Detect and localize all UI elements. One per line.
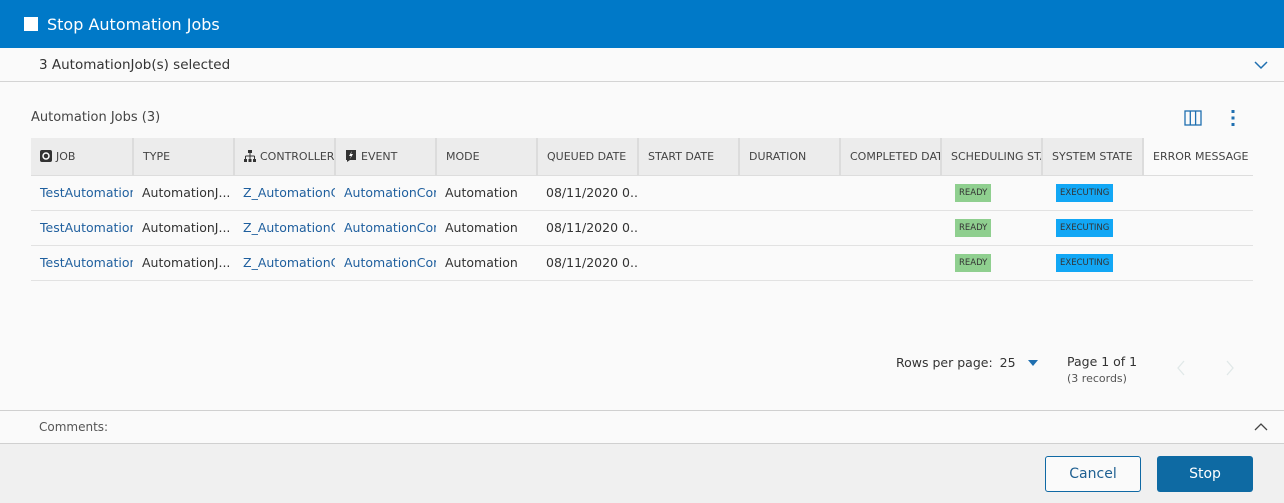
job-link[interactable]: TestAutomation [31, 245, 133, 281]
caret-down-icon[interactable] [1027, 360, 1038, 366]
start-date-cell [638, 175, 739, 211]
table-header-row: JOB TYPE CONTROLLER EVENT MODE QUEUED DA… [31, 138, 1253, 176]
comments-label: Comments: [39, 420, 109, 434]
start-date-cell [638, 210, 739, 246]
column-header-controller[interactable]: CONTROLLER [234, 138, 336, 176]
mode-cell: Automation [436, 245, 537, 281]
mode-cell: Automation [436, 210, 537, 246]
dialog-square-icon [24, 17, 38, 31]
page-info: Page 1 of 1 (3 records) [1067, 354, 1137, 385]
grid-title: Automation Jobs (3) [31, 110, 161, 125]
page-text: Page 1 of 1 [1067, 354, 1138, 369]
status-badge: EXECUTING [1056, 184, 1114, 202]
column-header-mode[interactable]: MODE [436, 138, 538, 176]
error-message-cell [1143, 175, 1253, 211]
controller-link[interactable]: Z_AutomationC [234, 245, 335, 281]
column-header-completed-date[interactable]: COMPLETED DATE [840, 138, 942, 176]
automation-jobs-table: JOB TYPE CONTROLLER EVENT MODE QUEUED DA… [31, 138, 1253, 281]
status-badge: EXECUTING [1056, 219, 1114, 237]
columns-icon[interactable] [1183, 108, 1203, 128]
queued-date-cell: 08/11/2020 0... [537, 245, 638, 281]
job-link[interactable]: TestAutomation [31, 210, 133, 246]
rows-per-page-label: Rows per page: [896, 355, 993, 370]
table-row[interactable]: TestAutomation AutomationJ... Z_Automati… [31, 245, 1253, 281]
duration-cell [739, 175, 840, 211]
table-row[interactable]: TestAutomation AutomationJ... Z_Automati… [31, 210, 1253, 246]
dialog-title: Stop Automation Jobs [47, 14, 220, 34]
selected-count-text: 3 AutomationJob(s) selected [39, 56, 231, 73]
stop-button[interactable]: Stop [1157, 456, 1253, 492]
rows-per-page-value[interactable]: 25 [1000, 355, 1016, 370]
duration-cell [739, 245, 840, 281]
completed-date-cell [840, 245, 941, 281]
rows-per-page[interactable]: Rows per page: 25 [896, 355, 1038, 370]
dialog-header: Stop Automation Jobs [0, 0, 1284, 48]
column-header-duration[interactable]: DURATION [739, 138, 841, 176]
chevron-up-icon[interactable] [1254, 420, 1268, 434]
controller-link[interactable]: Z_AutomationC [234, 210, 335, 246]
mode-cell: Automation [436, 175, 537, 211]
records-text: (3 records) [1067, 372, 1127, 385]
status-badge: READY [955, 184, 992, 202]
status-badge: READY [955, 254, 992, 272]
system-state-cell: EXECUTING [1042, 245, 1143, 281]
queued-date-cell: 08/11/2020 0... [537, 175, 638, 211]
event-link[interactable]: AutomationCor [335, 245, 436, 281]
column-header-job[interactable]: JOB [31, 138, 134, 176]
column-header-start-date[interactable]: START DATE [638, 138, 740, 176]
type-cell: AutomationJ... [133, 210, 234, 246]
selection-summary[interactable]: 3 AutomationJob(s) selected [0, 48, 1284, 82]
system-state-cell: EXECUTING [1042, 175, 1143, 211]
more-options-icon[interactable] [1223, 108, 1243, 128]
gear-icon [40, 149, 52, 162]
job-link[interactable]: TestAutomation [31, 175, 133, 211]
next-page-icon[interactable] [1225, 360, 1235, 376]
completed-date-cell [840, 175, 941, 211]
type-cell: AutomationJ... [133, 245, 234, 281]
event-link[interactable]: AutomationCor [335, 210, 436, 246]
status-badge: READY [955, 219, 992, 237]
column-header-queued-date[interactable]: QUEUED DATE [537, 138, 639, 176]
column-header-event[interactable]: EVENT [335, 138, 437, 176]
column-header-scheduling-state[interactable]: SCHEDULING STATE [941, 138, 1043, 176]
column-header-error-message[interactable]: ERROR MESSAGE [1143, 138, 1253, 176]
previous-page-icon[interactable] [1176, 360, 1186, 376]
duration-cell [739, 210, 840, 246]
queued-date-cell: 08/11/2020 0... [537, 210, 638, 246]
scheduling-state-cell: READY [941, 210, 1042, 246]
start-date-cell [638, 245, 739, 281]
type-cell: AutomationJ... [133, 175, 234, 211]
system-state-cell: EXECUTING [1042, 210, 1143, 246]
column-header-system-state[interactable]: SYSTEM STATE [1042, 138, 1144, 176]
column-header-type[interactable]: TYPE [133, 138, 235, 176]
error-message-cell [1143, 210, 1253, 246]
event-bolt-icon [346, 149, 356, 162]
table-row[interactable]: TestAutomation AutomationJ... Z_Automati… [31, 175, 1253, 211]
controller-link[interactable]: Z_AutomationC [234, 175, 335, 211]
status-badge: EXECUTING [1056, 254, 1114, 272]
cancel-button[interactable]: Cancel [1045, 456, 1141, 492]
error-message-cell [1143, 245, 1253, 281]
scheduling-state-cell: READY [941, 245, 1042, 281]
dialog-footer: Cancel Stop [0, 444, 1284, 503]
hierarchy-icon [244, 149, 256, 162]
event-link[interactable]: AutomationCor [335, 175, 436, 211]
completed-date-cell [840, 210, 941, 246]
chevron-down-icon[interactable] [1254, 58, 1268, 72]
comments-section[interactable]: Comments: [0, 410, 1284, 444]
scheduling-state-cell: READY [941, 175, 1042, 211]
